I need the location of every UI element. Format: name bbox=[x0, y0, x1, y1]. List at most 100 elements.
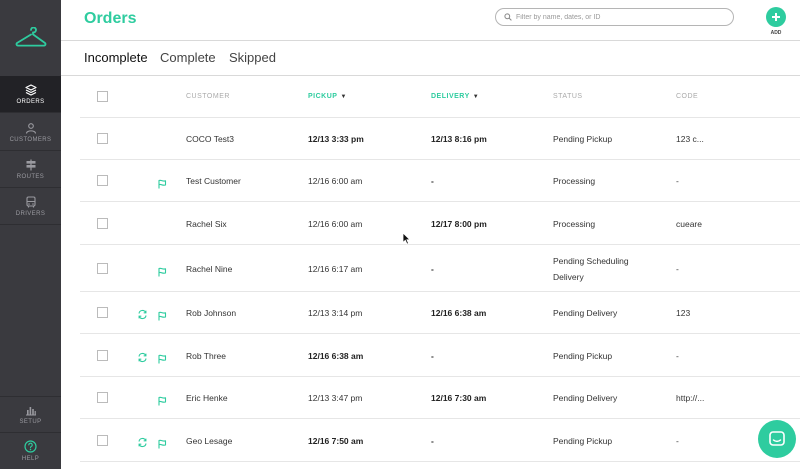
person-icon bbox=[25, 122, 36, 134]
row-checkbox[interactable] bbox=[97, 307, 108, 318]
column-header-pickup[interactable]: PICKUP ▼ bbox=[308, 93, 347, 100]
sort-caret-icon: ▼ bbox=[472, 94, 480, 100]
flag-icon bbox=[158, 396, 167, 406]
cell-pickup: 12/16 6:17 am bbox=[308, 264, 363, 274]
table-row[interactable]: Rachel Six 12/16 6:00 am 12/17 8:00 pm Proc… bbox=[80, 202, 800, 245]
cell-pickup: 12/13 3:14 pm bbox=[308, 308, 363, 318]
flag-icon bbox=[158, 439, 167, 449]
sync-status[interactable] bbox=[137, 350, 148, 368]
sidebar-item-setup[interactable]: SETUP bbox=[0, 396, 61, 433]
cell-customer[interactable]: Rob Johnson bbox=[186, 308, 236, 318]
flag-icon bbox=[158, 354, 167, 364]
row-checkbox[interactable] bbox=[97, 218, 108, 229]
cell-pickup: 12/16 6:00 am bbox=[308, 176, 363, 186]
hanger-logo-icon bbox=[15, 27, 46, 47]
cell-customer[interactable]: Test Customer bbox=[186, 176, 241, 186]
flag-status[interactable] bbox=[157, 436, 167, 454]
page-title: Orders bbox=[84, 10, 137, 27]
sidebar-item-label: SETUP bbox=[19, 419, 42, 425]
select-all-checkbox[interactable] bbox=[97, 91, 108, 102]
cell-customer[interactable]: Rachel Six bbox=[186, 219, 227, 229]
cell-code: cueare bbox=[676, 219, 702, 229]
cell-status: Pending Pickup bbox=[553, 436, 613, 446]
cell-pickup: 12/16 6:38 am bbox=[308, 351, 364, 361]
sidebar-item-label: HELP bbox=[21, 456, 40, 462]
plus-icon bbox=[772, 13, 780, 21]
table-row[interactable]: Rob Three 12/16 6:38 am - Pending Pickup - bbox=[80, 334, 800, 377]
search-icon bbox=[504, 13, 512, 21]
cell-customer[interactable]: Geo Lesage bbox=[186, 436, 232, 446]
tab-complete[interactable]: Complete bbox=[160, 50, 216, 65]
flag-status[interactable] bbox=[157, 308, 167, 326]
tab-incomplete[interactable]: Incomplete bbox=[84, 50, 148, 65]
cell-customer[interactable]: COCO Test3 bbox=[186, 134, 234, 144]
sync-status[interactable] bbox=[137, 435, 148, 453]
header: Orders ADD bbox=[61, 0, 800, 41]
cell-delivery: - bbox=[431, 264, 434, 274]
sidebar-item-help[interactable]: HELP bbox=[0, 433, 61, 469]
cell-status: Pending Delivery bbox=[553, 393, 618, 403]
tab-skipped[interactable]: Skipped bbox=[229, 50, 276, 65]
sidebar-item-label: DRIVERS bbox=[15, 210, 46, 217]
cell-code: - bbox=[676, 436, 679, 446]
column-header-status[interactable]: STATUS bbox=[553, 93, 583, 100]
cell-pickup: 12/13 3:47 pm bbox=[308, 393, 363, 403]
sidebar-item-customers[interactable]: CUSTOMERS bbox=[0, 114, 61, 151]
search-box[interactable] bbox=[495, 8, 734, 26]
table-row[interactable]: Geo Lesage 12/16 7:50 am - Pending Pickup - bbox=[80, 419, 800, 462]
chat-widget-button[interactable] bbox=[758, 420, 796, 458]
row-checkbox[interactable] bbox=[97, 263, 108, 274]
flag-status[interactable] bbox=[157, 351, 167, 369]
cell-status: Pending Scheduling Delivery bbox=[553, 253, 629, 285]
sidebar: ORDERS CUSTOMERS ROUTES DRIVERS SETUP HE… bbox=[0, 0, 61, 469]
row-checkbox[interactable] bbox=[97, 133, 108, 144]
cell-status: Pending Delivery bbox=[553, 308, 618, 318]
chat-icon bbox=[769, 431, 785, 446]
cell-pickup: 12/16 7:50 am bbox=[308, 436, 364, 446]
sidebar-item-orders[interactable]: ORDERS bbox=[0, 76, 61, 113]
row-checkbox[interactable] bbox=[97, 350, 108, 361]
flag-status[interactable] bbox=[157, 264, 167, 282]
sync-status[interactable] bbox=[137, 307, 148, 325]
row-checkbox[interactable] bbox=[97, 392, 108, 403]
flag-status[interactable] bbox=[157, 393, 167, 411]
sidebar-item-routes[interactable]: ROUTES bbox=[0, 151, 61, 188]
cell-code: http://... bbox=[676, 393, 705, 403]
help-icon bbox=[24, 440, 37, 453]
column-header-code[interactable]: CODE bbox=[676, 93, 698, 100]
flag-status[interactable] bbox=[157, 176, 167, 194]
table-row[interactable]: COCO Test3 12/13 3:33 pm 12/13 8:16 pm Pend… bbox=[80, 118, 800, 160]
cell-customer[interactable]: Eric Henke bbox=[186, 393, 228, 403]
table-row[interactable]: Test Customer 12/16 6:00 am - Processing - bbox=[80, 160, 800, 202]
table-row[interactable]: Eric Henke 12/13 3:47 pm 12/16 7:30 am Pend… bbox=[80, 377, 800, 419]
sidebar-item-label: ORDERS bbox=[16, 98, 45, 105]
cell-code: 123 bbox=[676, 308, 691, 318]
table-header-row: CUSTOMER PICKUP ▼ DELIVERY ▼ STATUS CODE bbox=[80, 76, 800, 118]
logo[interactable] bbox=[0, 0, 61, 76]
row-checkbox[interactable] bbox=[97, 435, 108, 446]
add-button[interactable] bbox=[766, 7, 786, 27]
bar-chart-icon bbox=[25, 407, 36, 416]
bus-icon bbox=[25, 195, 36, 207]
cell-delivery: 12/17 8:00 pm bbox=[431, 219, 487, 229]
search-input[interactable] bbox=[516, 13, 716, 21]
table-row[interactable]: Rachel Nine 12/16 6:17 am - Pending Schedul… bbox=[80, 245, 800, 292]
cell-pickup: 12/16 6:00 am bbox=[308, 219, 363, 229]
sidebar-item-drivers[interactable]: DRIVERS bbox=[0, 188, 61, 225]
cell-customer[interactable]: Rob Three bbox=[186, 351, 226, 361]
sidebar-item-label: CUSTOMERS bbox=[9, 136, 52, 143]
column-header-customer[interactable]: CUSTOMER bbox=[186, 93, 230, 100]
cell-delivery: - bbox=[431, 351, 434, 361]
column-header-delivery[interactable]: DELIVERY ▼ bbox=[431, 93, 479, 100]
cell-status: Processing bbox=[553, 219, 596, 229]
cell-delivery: - bbox=[431, 176, 434, 186]
row-checkbox[interactable] bbox=[97, 175, 108, 186]
cell-status-line: Pending Scheduling bbox=[553, 256, 629, 266]
cell-delivery: 12/13 8:16 pm bbox=[431, 134, 487, 144]
table-row[interactable]: Rob Johnson 12/13 3:14 pm 12/16 6:38 am Pen… bbox=[80, 292, 800, 334]
sidebar-item-label: ROUTES bbox=[16, 173, 45, 180]
cell-customer[interactable]: Rachel Nine bbox=[186, 264, 232, 274]
sync-icon bbox=[138, 309, 147, 320]
cell-code: - bbox=[676, 264, 679, 274]
cell-delivery: 12/16 7:30 am bbox=[431, 393, 487, 403]
